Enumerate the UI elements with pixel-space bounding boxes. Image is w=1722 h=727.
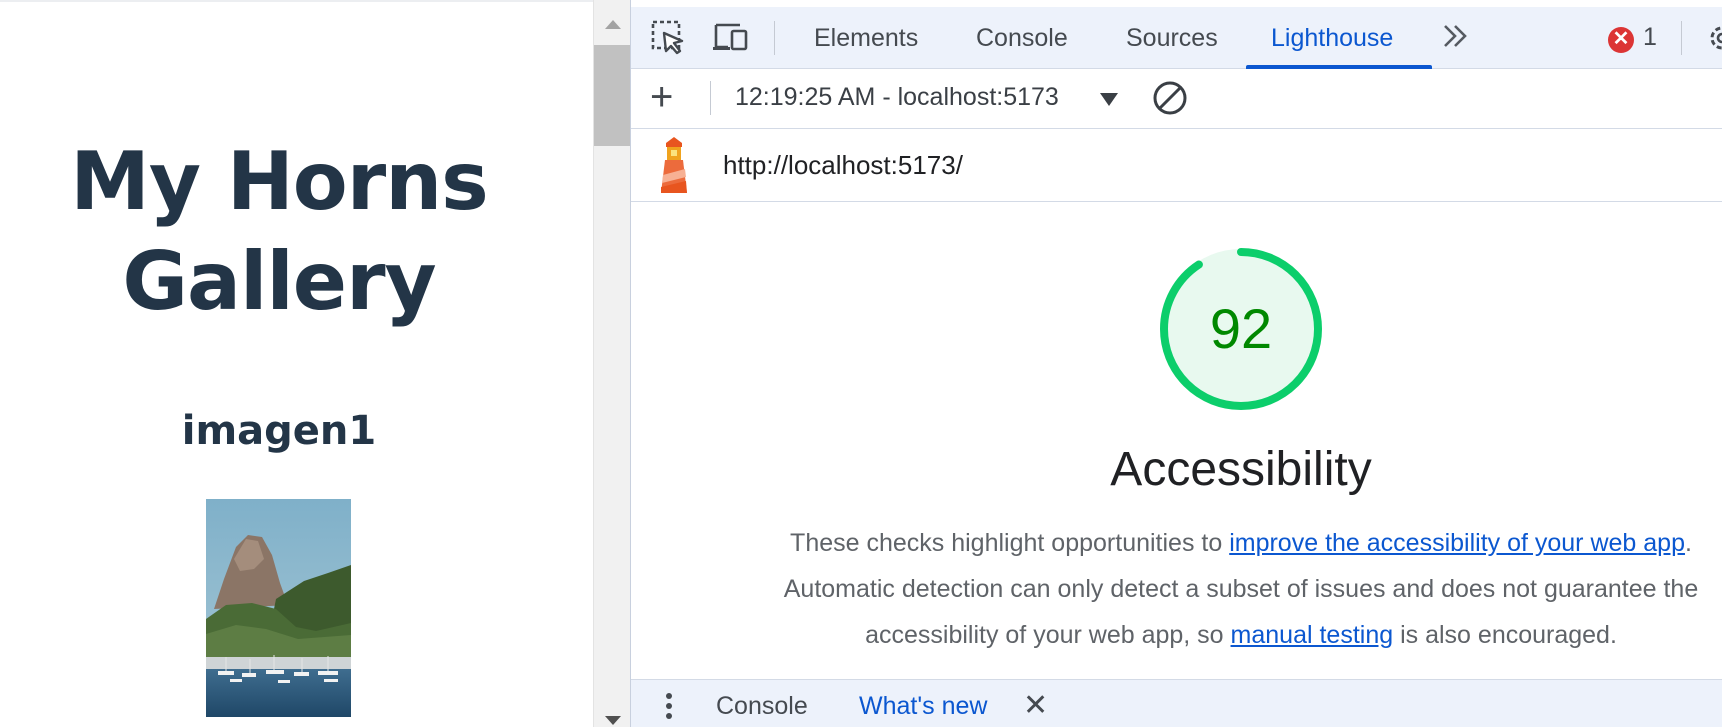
toolbar-divider — [710, 81, 711, 115]
scroll-down-arrow-icon[interactable] — [605, 716, 621, 725]
tab-elements[interactable]: Elements — [814, 7, 918, 68]
settings-icon[interactable] — [1706, 22, 1722, 59]
score-value: 92 — [1209, 297, 1273, 360]
page-title-line1: My Horns — [70, 135, 489, 228]
devtools-tab-bar: Elements Console Sources Lighthouse ✕ 1 — [631, 0, 1722, 69]
error-count[interactable]: 1 — [1643, 23, 1657, 52]
devtools-panel: Elements Console Sources Lighthouse ✕ 1 — [630, 0, 1722, 727]
chevrons-right-icon[interactable] — [1441, 21, 1471, 56]
category-description: These checks highlight opportunities to … — [773, 520, 1709, 658]
lighthouse-logo-icon — [657, 137, 693, 198]
drawer-tab-whats-new[interactable]: What's new — [859, 692, 987, 721]
drawer-tab-console[interactable]: Console — [716, 692, 808, 721]
description-text: These checks highlight opportunities to — [790, 529, 1230, 557]
clear-icon[interactable] — [1151, 79, 1189, 122]
plus-icon[interactable]: + — [650, 75, 673, 119]
toolbar-divider — [774, 21, 775, 55]
scroll-thumb[interactable] — [594, 45, 630, 146]
close-icon[interactable]: ✕ — [1023, 688, 1048, 723]
manual-testing-link[interactable]: manual testing — [1231, 621, 1394, 649]
device-toolbar-icon[interactable] — [712, 19, 750, 60]
report-url: http://localhost:5173/ — [723, 150, 963, 180]
tab-lighthouse[interactable]: Lighthouse — [1271, 7, 1393, 68]
image-title: imagen1 — [181, 408, 377, 454]
page-title-line2: Gallery — [122, 235, 436, 328]
bottom-drawer: Console What's new ✕ — [631, 679, 1722, 727]
page-title: My Horns Gallery — [0, 132, 558, 332]
gallery-photo[interactable] — [206, 499, 351, 717]
report-url-bar: http://localhost:5173/ — [631, 129, 1722, 202]
error-icon[interactable]: ✕ — [1608, 27, 1634, 53]
accessibility-docs-link[interactable]: improve the accessibility of your web ap… — [1229, 529, 1685, 557]
select-element-icon[interactable] — [650, 19, 686, 60]
lighthouse-report: 92 Accessibility These checks highlight … — [631, 202, 1722, 679]
lighthouse-toolbar: + 12:19:25 AM - localhost:5173 — [631, 69, 1722, 129]
tab-sources[interactable]: Sources — [1126, 7, 1218, 68]
dropdown-arrow-icon[interactable] — [1100, 93, 1118, 106]
scroll-up-arrow-icon[interactable] — [605, 20, 621, 29]
kebab-menu-icon[interactable] — [665, 692, 673, 725]
page-scrollbar[interactable] — [593, 0, 630, 727]
toolbar-divider — [1681, 21, 1682, 55]
report-selector[interactable]: 12:19:25 AM - localhost:5173 — [735, 83, 1059, 112]
description-text: is also encouraged. — [1393, 621, 1617, 649]
tab-console[interactable]: Console — [976, 7, 1068, 68]
category-title: Accessibility — [1110, 443, 1372, 496]
page-viewport: My Horns Gallery imagen1 — [0, 0, 593, 727]
